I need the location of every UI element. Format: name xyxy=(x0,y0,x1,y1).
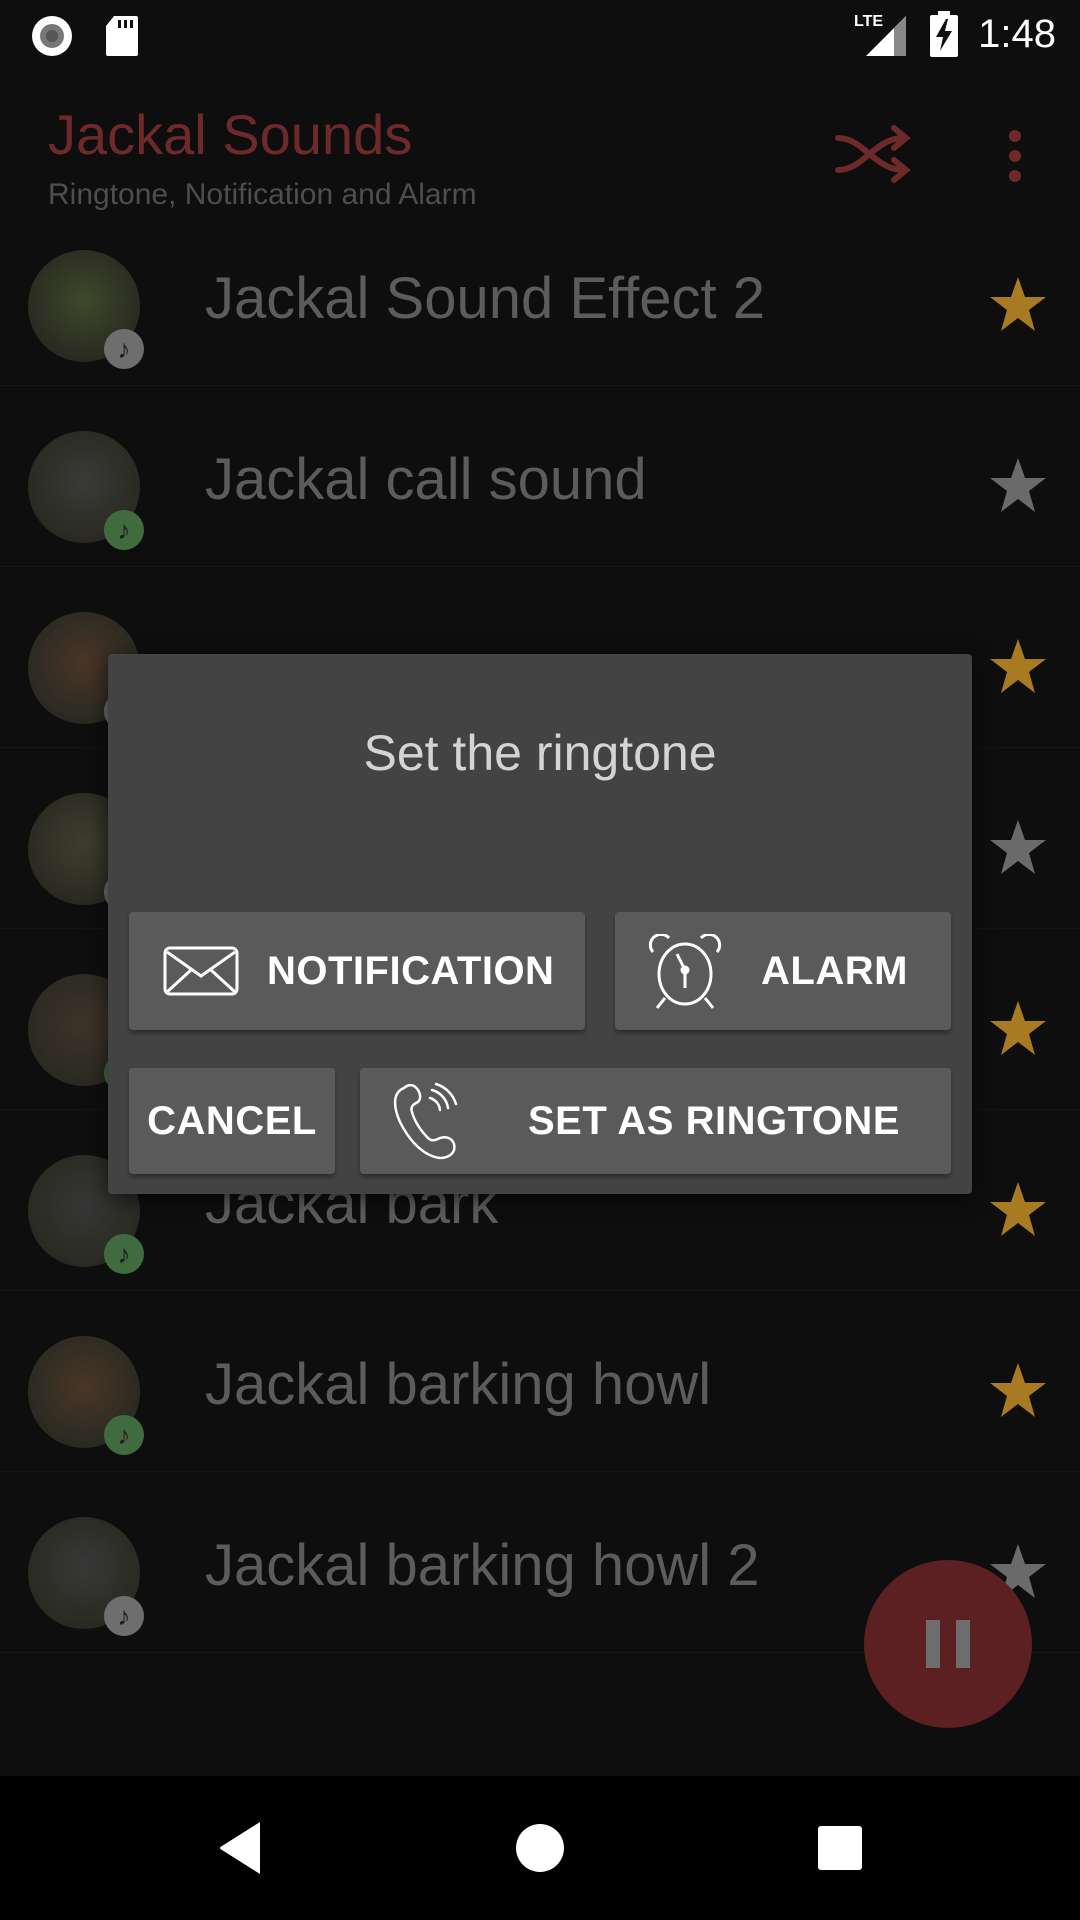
notification-button[interactable]: NOTIFICATION xyxy=(129,912,585,1030)
dialog-title: Set the ringtone xyxy=(363,725,717,781)
pause-button[interactable] xyxy=(864,1560,1032,1728)
home-icon[interactable] xyxy=(508,1816,572,1880)
navigation-bar xyxy=(0,1776,1080,1920)
pause-icon-bar xyxy=(956,1620,970,1668)
recents-icon[interactable] xyxy=(808,1816,872,1880)
screen: LTE 1:48 ♪Jackal Sound 1♪Jackal Sound Ef… xyxy=(0,0,1080,1920)
alarm-label: ALARM xyxy=(761,948,908,993)
cancel-button[interactable]: CANCEL xyxy=(129,1068,335,1174)
back-icon[interactable] xyxy=(208,1816,272,1880)
pause-icon xyxy=(926,1620,940,1668)
set-as-ringtone-button[interactable]: SET AS RINGTONE xyxy=(360,1068,951,1174)
alarm-clock-icon xyxy=(648,934,722,1009)
set-as-ringtone-label: SET AS RINGTONE xyxy=(528,1098,900,1143)
envelope-icon xyxy=(163,946,239,996)
cancel-label: CANCEL xyxy=(147,1098,317,1143)
alarm-button[interactable]: ALARM xyxy=(615,912,951,1030)
notification-label: NOTIFICATION xyxy=(267,948,555,993)
set-ringtone-dialog: Set the ringtone NOTIFICATION ALARM CANC… xyxy=(108,654,972,1194)
phone-ringing-icon xyxy=(393,1082,458,1160)
